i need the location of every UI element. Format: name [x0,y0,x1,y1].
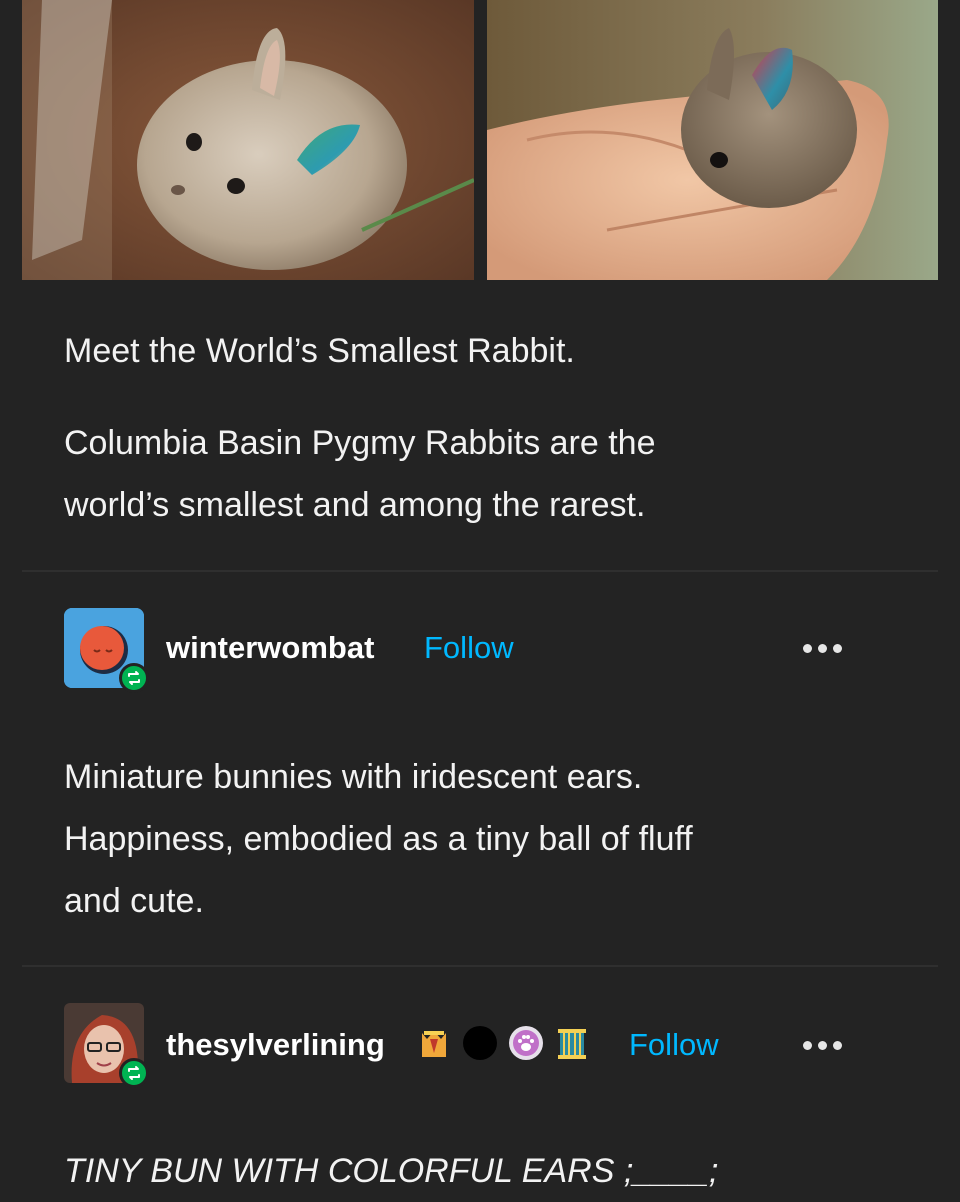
post-text-line-2: world’s smallest and among the rarest. [64,486,646,524]
paw-badge-icon[interactable] [506,1023,546,1063]
username[interactable]: winterwombat [166,630,374,666]
reblog-header-winterwombat: winterwombat Follow [64,608,904,693]
rabbit-photo-left[interactable] [22,0,474,280]
rabbit-in-hand-photo-right[interactable] [487,0,938,280]
reblog-text-line-3: and cute. [64,882,204,920]
reblog-divider [22,570,938,572]
crown-vest-badge-icon[interactable] [414,1023,454,1063]
more-options-icon[interactable] [803,1041,842,1050]
user-badges [414,1023,592,1063]
reblog-header-thesylverlining: thesylverlining Follow [64,1003,904,1088]
more-options-icon[interactable] [803,644,842,653]
cage-badge-icon[interactable] [552,1023,592,1063]
rabbit-image-left [22,0,474,280]
reblog-text-line-1: Miniature bunnies with iridescent ears. [64,758,643,796]
reblog-icon [119,663,149,693]
post-photoset [22,0,938,280]
post-title: Meet the World’s Smallest Rabbit. [64,332,575,370]
follow-button[interactable]: Follow [424,630,514,666]
reblog-text-line-1: TINY BUN WITH COLORFUL EARS ;____; [64,1152,719,1190]
username[interactable]: thesylverlining [166,1027,385,1063]
reblog-divider [22,965,938,967]
black-circle-badge-icon[interactable] [460,1023,500,1063]
reblog-text-line-2: Happiness, embodied as a tiny ball of fl… [64,820,693,858]
post-text-line-1: Columbia Basin Pygmy Rabbits are the [64,424,656,462]
reblog-icon [119,1058,149,1088]
follow-button[interactable]: Follow [629,1027,719,1063]
rabbit-image-right [487,0,938,280]
